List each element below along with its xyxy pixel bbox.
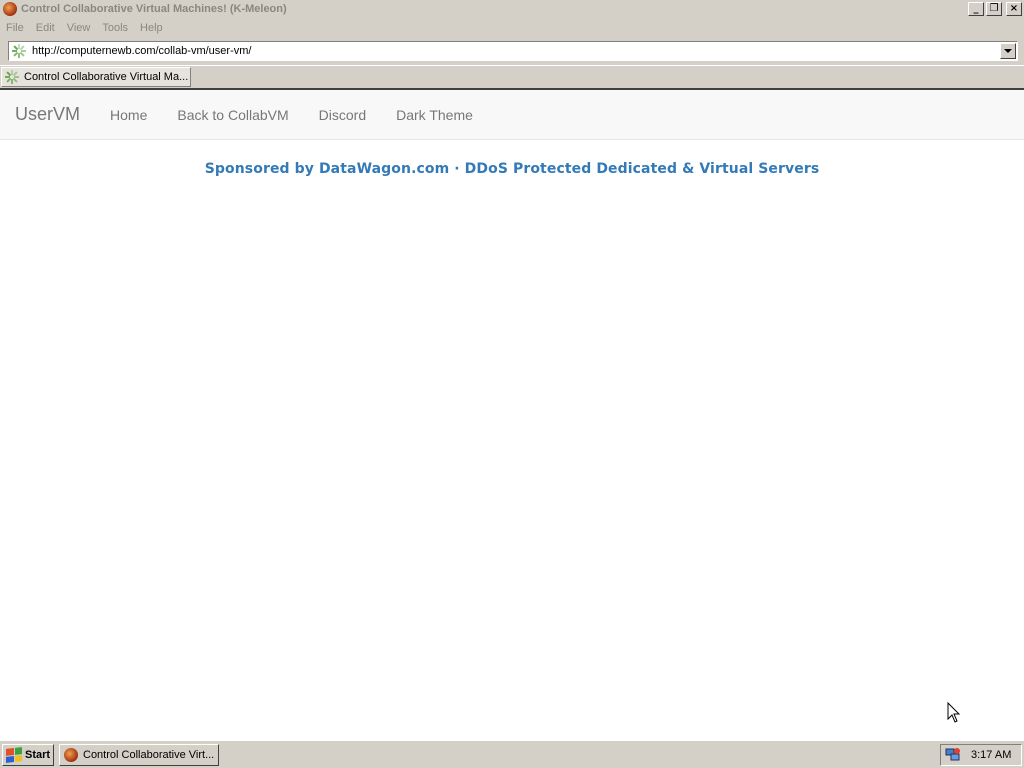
taskbar: Start Control Collaborative Virt... 3:17… xyxy=(0,740,1024,768)
menu-view[interactable]: View xyxy=(65,22,97,34)
url-field[interactable]: http://computernewb.com/collab-vm/user-v… xyxy=(32,45,1000,57)
menu-bar: File Edit View Tools Help xyxy=(0,19,1024,37)
restore-icon[interactable]: ❐ xyxy=(986,2,1002,16)
start-label: Start xyxy=(25,749,51,761)
taskbar-window-button[interactable]: Control Collaborative Virt... xyxy=(59,744,219,766)
network-icon[interactable] xyxy=(945,747,961,763)
sponsor-link[interactable]: Sponsored by DataWagon.com · DDoS Protec… xyxy=(0,161,1024,177)
nav-back-to-collabvm-link[interactable]: Back to CollabVM xyxy=(177,107,288,123)
tab-current[interactable]: Control Collaborative Virtual Ma... xyxy=(1,67,191,87)
mouse-cursor-icon xyxy=(947,702,961,723)
clock[interactable]: 3:17 AM xyxy=(971,749,1011,761)
minimize-icon[interactable]: _ xyxy=(968,2,984,16)
site-navbar: UserVM Home Back to CollabVM Discord Dar… xyxy=(0,90,1024,140)
nav-dark-theme-link[interactable]: Dark Theme xyxy=(396,107,473,123)
close-icon[interactable]: × xyxy=(1006,2,1022,16)
tab-bar: Control Collaborative Virtual Ma... xyxy=(0,65,1024,87)
menu-file[interactable]: File xyxy=(4,22,30,34)
tab-loading-icon xyxy=(4,69,20,85)
window-controls: _ ❐ × xyxy=(968,2,1022,16)
title-bar[interactable]: Control Collaborative Virtual Machines! … xyxy=(0,0,1024,18)
system-tray: 3:17 AM xyxy=(940,744,1022,766)
tab-label: Control Collaborative Virtual Ma... xyxy=(24,71,189,83)
k-meleon-task-icon xyxy=(64,748,78,762)
windows-logo-icon xyxy=(6,747,22,763)
taskbar-window-label: Control Collaborative Virt... xyxy=(83,749,215,761)
url-dropdown-icon[interactable] xyxy=(1000,43,1016,59)
nav-home-link[interactable]: Home xyxy=(110,107,147,123)
loading-spinner-icon xyxy=(11,43,27,59)
site-brand[interactable]: UserVM xyxy=(15,104,80,125)
nav-discord-link[interactable]: Discord xyxy=(319,107,366,123)
menu-help[interactable]: Help xyxy=(138,22,169,34)
start-button[interactable]: Start xyxy=(2,744,54,766)
k-meleon-icon xyxy=(3,2,17,16)
address-bar[interactable]: http://computernewb.com/collab-vm/user-v… xyxy=(8,41,1018,61)
menu-edit[interactable]: Edit xyxy=(34,22,61,34)
menu-tools[interactable]: Tools xyxy=(100,22,134,34)
page-viewport[interactable]: UserVM Home Back to CollabVM Discord Dar… xyxy=(0,88,1024,740)
window-title: Control Collaborative Virtual Machines! … xyxy=(21,3,287,15)
